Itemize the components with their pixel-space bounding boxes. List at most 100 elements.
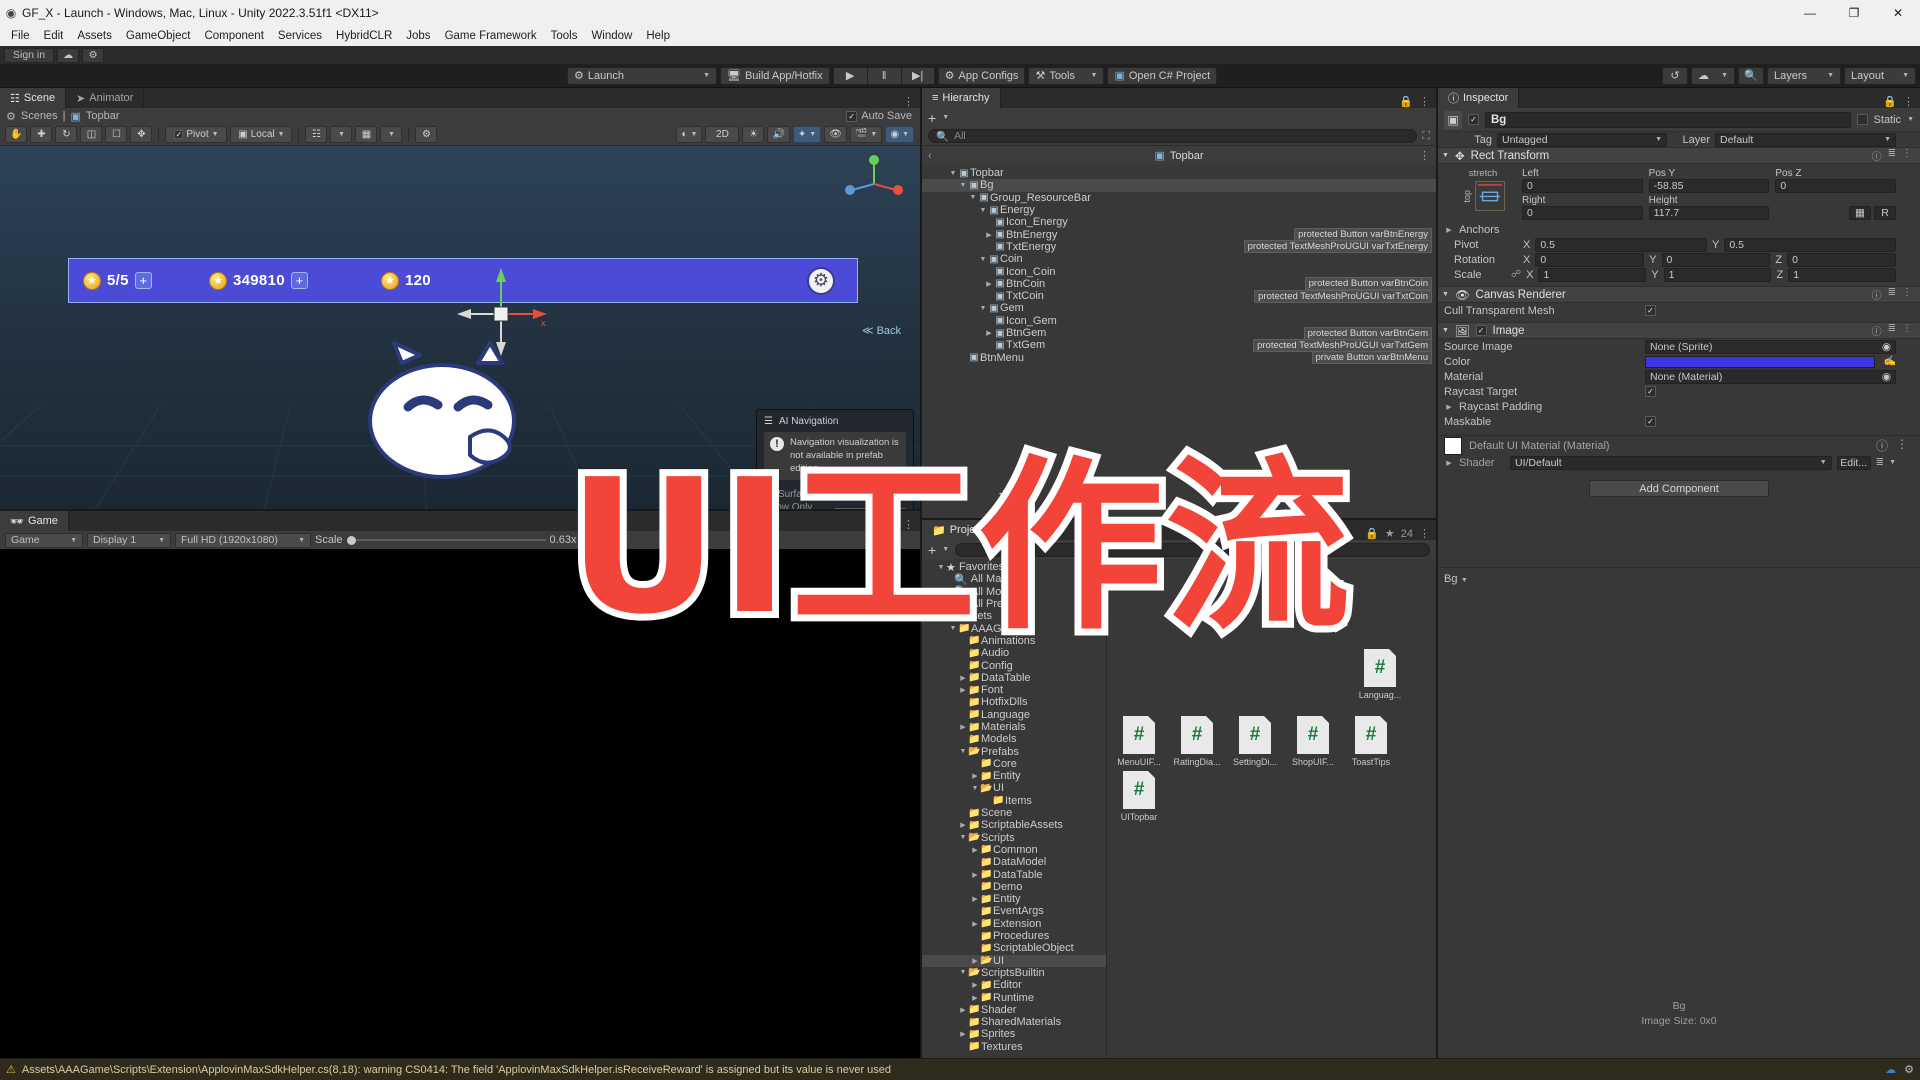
project-row-core[interactable]: 📁 Core bbox=[922, 758, 1106, 770]
inspector-body[interactable]: ▣ ✓ Bg Static ▼ Tag Untagged ▼ Layer Def… bbox=[1438, 108, 1920, 1058]
raw-edit-mode-button[interactable]: R bbox=[1874, 206, 1897, 220]
display-dropdown[interactable]: Display 1 ▼ bbox=[87, 532, 171, 548]
slider-track[interactable] bbox=[355, 539, 546, 542]
project-row-scriptsbuiltin[interactable]: ▼ 📂 ScriptsBuiltin bbox=[922, 967, 1106, 979]
grid-dropdown[interactable]: ▼ bbox=[330, 126, 353, 143]
search-icon[interactable]: 🔍 bbox=[1738, 66, 1764, 85]
scale-slider[interactable] bbox=[346, 535, 546, 545]
component-header-canvas-renderer[interactable]: ▼ 👁 Canvas Renderer ⓘ ≣ ⋮ bbox=[1438, 286, 1920, 303]
hierarchy-row-btnmenu[interactable]: ▣ BtnMenu private Button varBtnMenu bbox=[922, 351, 1436, 365]
project-row-scripts-entity[interactable]: ▶ 📁 Entity bbox=[922, 893, 1106, 905]
hierarchy-panel-tools[interactable]: 🔒 ⋮ bbox=[1399, 95, 1436, 108]
coin-plus-button[interactable]: + bbox=[290, 272, 308, 289]
raycast-padding-row[interactable]: ▶ Raycast Padding bbox=[1438, 399, 1920, 414]
hierarchy-row-bg[interactable]: ▼ ▣ Bg bbox=[922, 179, 1436, 192]
pivot-x-input[interactable]: 0.5 bbox=[1535, 237, 1707, 252]
pos-z-input[interactable]: 0 bbox=[1775, 179, 1897, 193]
rect-tool-button[interactable]: ☐ bbox=[105, 126, 128, 143]
hand-tool-button[interactable]: ✋ bbox=[5, 126, 28, 143]
menu-item-services[interactable]: Services bbox=[271, 28, 329, 44]
project-row-scripts[interactable]: ▼ 📂 Scripts bbox=[922, 832, 1106, 844]
account-cloud-icon[interactable]: ☁ ▼ bbox=[1691, 66, 1735, 85]
effects-dropdown[interactable]: ✦ ▼ bbox=[792, 126, 822, 143]
pivot-dropdown[interactable]: ✓ Pivot ▼ bbox=[165, 126, 228, 143]
lighting-toggle[interactable]: ☀ bbox=[742, 126, 765, 143]
rotate-tool-button[interactable]: ↻ bbox=[55, 126, 78, 143]
project-row-demo[interactable]: 📁 Demo bbox=[922, 881, 1106, 893]
chevron-down-icon[interactable]: ▼ bbox=[1442, 152, 1449, 159]
lock-icon[interactable]: 🔒 bbox=[1365, 527, 1379, 540]
hierarchy-row-coin[interactable]: ▼ ▣ Coin bbox=[922, 253, 1436, 265]
cull-transparent-mesh-checkbox[interactable]: ✓ bbox=[1645, 305, 1656, 316]
project-row-animations[interactable]: 📁 Animations bbox=[922, 635, 1106, 647]
hierarchy-row-txtcoin[interactable]: ▣ TxtCoin protected TextMeshProUGUI varTxt… bbox=[922, 289, 1436, 303]
play-button[interactable]: ▶ bbox=[832, 66, 867, 85]
lock-icon[interactable]: 🔒 bbox=[1399, 95, 1413, 108]
asset-item-settingdialog[interactable]: # SettingDi... bbox=[1229, 716, 1281, 767]
add-component-button[interactable]: Add Component bbox=[1589, 480, 1769, 497]
component-header-image[interactable]: ▼ 🖼 ✓ Image ⓘ ≣ ⋮ bbox=[1438, 322, 1920, 339]
grid-snapping-dropdown[interactable]: ▼ bbox=[380, 126, 403, 143]
project-panel-menu[interactable]: ⋮ bbox=[1419, 527, 1430, 540]
asset-item-shopuiform[interactable]: # ShopUIF... bbox=[1287, 716, 1339, 767]
minimize-button[interactable]: — bbox=[1788, 0, 1832, 26]
scale-tool-button[interactable]: ◫ bbox=[80, 126, 103, 143]
help-icon[interactable]: ⓘ bbox=[1872, 148, 1882, 163]
grid-snapping-button[interactable]: ▦ bbox=[355, 126, 378, 143]
asset-item-uitopbar[interactable]: # UITopbar bbox=[1113, 771, 1165, 822]
auto-save-toggle[interactable]: ✓ Auto Save bbox=[846, 110, 912, 122]
gizmos-dropdown[interactable]: ◉ ▼ bbox=[885, 126, 914, 143]
scene-axis-gizmo[interactable] bbox=[842, 152, 906, 216]
menu-item-help[interactable]: Help bbox=[639, 28, 677, 44]
object-enabled-checkbox[interactable]: ✓ bbox=[1468, 114, 1479, 125]
image-enabled-checkbox[interactable]: ✓ bbox=[1475, 325, 1487, 336]
component-tools-button[interactable]: ⚙ bbox=[415, 126, 438, 143]
component-menu-icon[interactable]: ⋮ bbox=[1896, 437, 1908, 454]
tab-animator[interactable]: ➤ Animator bbox=[66, 88, 145, 108]
audio-toggle[interactable]: 🔊 bbox=[767, 126, 790, 143]
checkbox[interactable] bbox=[834, 508, 906, 510]
inspector-panel-tools[interactable]: 🔒 ⋮ bbox=[1883, 95, 1920, 108]
eyedropper-icon[interactable]: ✍ bbox=[1884, 356, 1896, 367]
menu-item-game-framework[interactable]: Game Framework bbox=[438, 28, 544, 44]
layers-dropdown[interactable]: Layers ▼ bbox=[1767, 66, 1841, 85]
transform-tool-button[interactable]: ✥ bbox=[130, 126, 153, 143]
project-row-entity[interactable]: ▶ 📁 Entity bbox=[922, 770, 1106, 782]
menu-item-file[interactable]: File bbox=[4, 28, 37, 44]
scene-viewport[interactable]: ★ 5/5 + ★ 349810 + ★ 120 ⚙ x ≪ Back ☰ AI… bbox=[0, 146, 920, 510]
project-row-textures[interactable]: 📁 Textures bbox=[922, 1041, 1106, 1053]
hierarchy-search-input[interactable]: 🔍 All bbox=[928, 129, 1418, 143]
chevron-down-icon[interactable]: ▼ bbox=[942, 546, 949, 553]
chevron-right-icon[interactable]: ▶ bbox=[1444, 226, 1454, 234]
project-folder-tree[interactable]: ▼ ★ Favorites 🔍 All Materials 🔍 All Model… bbox=[922, 559, 1107, 1058]
hierarchy-row-topbar[interactable]: ▼ ▣ Topbar bbox=[922, 167, 1436, 179]
energy-plus-button[interactable]: + bbox=[134, 272, 152, 289]
project-row-extension[interactable]: ▶ 📁 Extension bbox=[922, 918, 1106, 930]
project-row-shader[interactable]: ▶ 📁 Shader bbox=[922, 1004, 1106, 1016]
pause-button[interactable]: ‖ bbox=[866, 66, 901, 85]
ai-row-show-only-selected[interactable]: Show Only Selected bbox=[757, 501, 913, 510]
chevron-down-icon[interactable]: ▼ bbox=[942, 114, 949, 121]
project-row-datamodel[interactable]: 📁 DataModel bbox=[922, 856, 1106, 868]
hierarchy-row-txtenergy[interactable]: ▣ TxtEnergy protected TextMeshProUGUI varT… bbox=[922, 240, 1436, 254]
progress-icon[interactable]: ⚙ bbox=[1904, 1063, 1914, 1076]
height-input[interactable]: 117.7 bbox=[1648, 206, 1770, 220]
project-search-input[interactable] bbox=[955, 542, 1430, 557]
ai-navigation-header[interactable]: ☰ AI Navigation bbox=[757, 414, 913, 432]
project-row-eventargs[interactable]: 📁 EventArgs bbox=[922, 905, 1106, 917]
menu-item-component[interactable]: Component bbox=[197, 28, 270, 44]
drag-handle-icon[interactable]: ☰ bbox=[764, 416, 773, 427]
shader-dropdown[interactable]: UI/Default ▼ bbox=[1510, 455, 1832, 470]
project-row-scriptableassets[interactable]: ▶ 📁 ScriptableAssets bbox=[922, 819, 1106, 831]
left-input[interactable]: 0 bbox=[1522, 179, 1643, 193]
move-gizmo[interactable]: x bbox=[455, 268, 547, 360]
project-row-datatable[interactable]: ▶ 📁 DataTable bbox=[922, 672, 1106, 684]
close-button[interactable]: ✕ bbox=[1876, 0, 1920, 26]
add-object-button[interactable]: + bbox=[928, 110, 936, 126]
menu-item-assets[interactable]: Assets bbox=[70, 28, 119, 44]
hierarchy-row-btngem[interactable]: ▶ ▣ BtnGem protected Button varBtnGem bbox=[922, 326, 1436, 340]
project-favorite-all-materials[interactable]: 🔍 All Materials bbox=[922, 573, 1106, 586]
project-asset-grid[interactable]: # Languag... # MenuUIF... # RatingDia... bbox=[1107, 559, 1436, 1058]
snap-grid-button[interactable]: ☷ bbox=[305, 126, 328, 143]
project-row-hotfixdlls[interactable]: 📁 HotfixDlls bbox=[922, 696, 1106, 708]
